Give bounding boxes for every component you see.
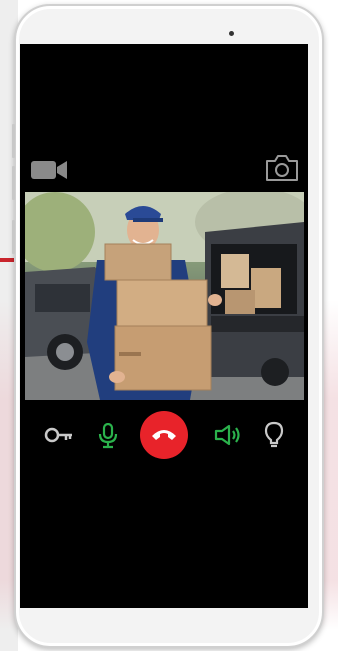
video-camera-icon[interactable]: [30, 158, 68, 182]
speaker-icon[interactable]: [214, 424, 242, 446]
volume-button: [12, 166, 15, 200]
key-icon[interactable]: [44, 427, 74, 443]
front-camera-dot: [229, 31, 234, 36]
volume-button: [12, 124, 15, 158]
power-button: [12, 220, 15, 254]
end-call-button[interactable]: [140, 411, 188, 459]
end-call-icon: [152, 430, 176, 440]
video-feed: [25, 192, 304, 400]
microphone-icon[interactable]: [98, 423, 118, 449]
delivery-person-with-boxes-photo: [25, 192, 304, 400]
camera-snapshot-icon[interactable]: [264, 153, 300, 183]
light-bulb-icon[interactable]: [264, 421, 284, 449]
